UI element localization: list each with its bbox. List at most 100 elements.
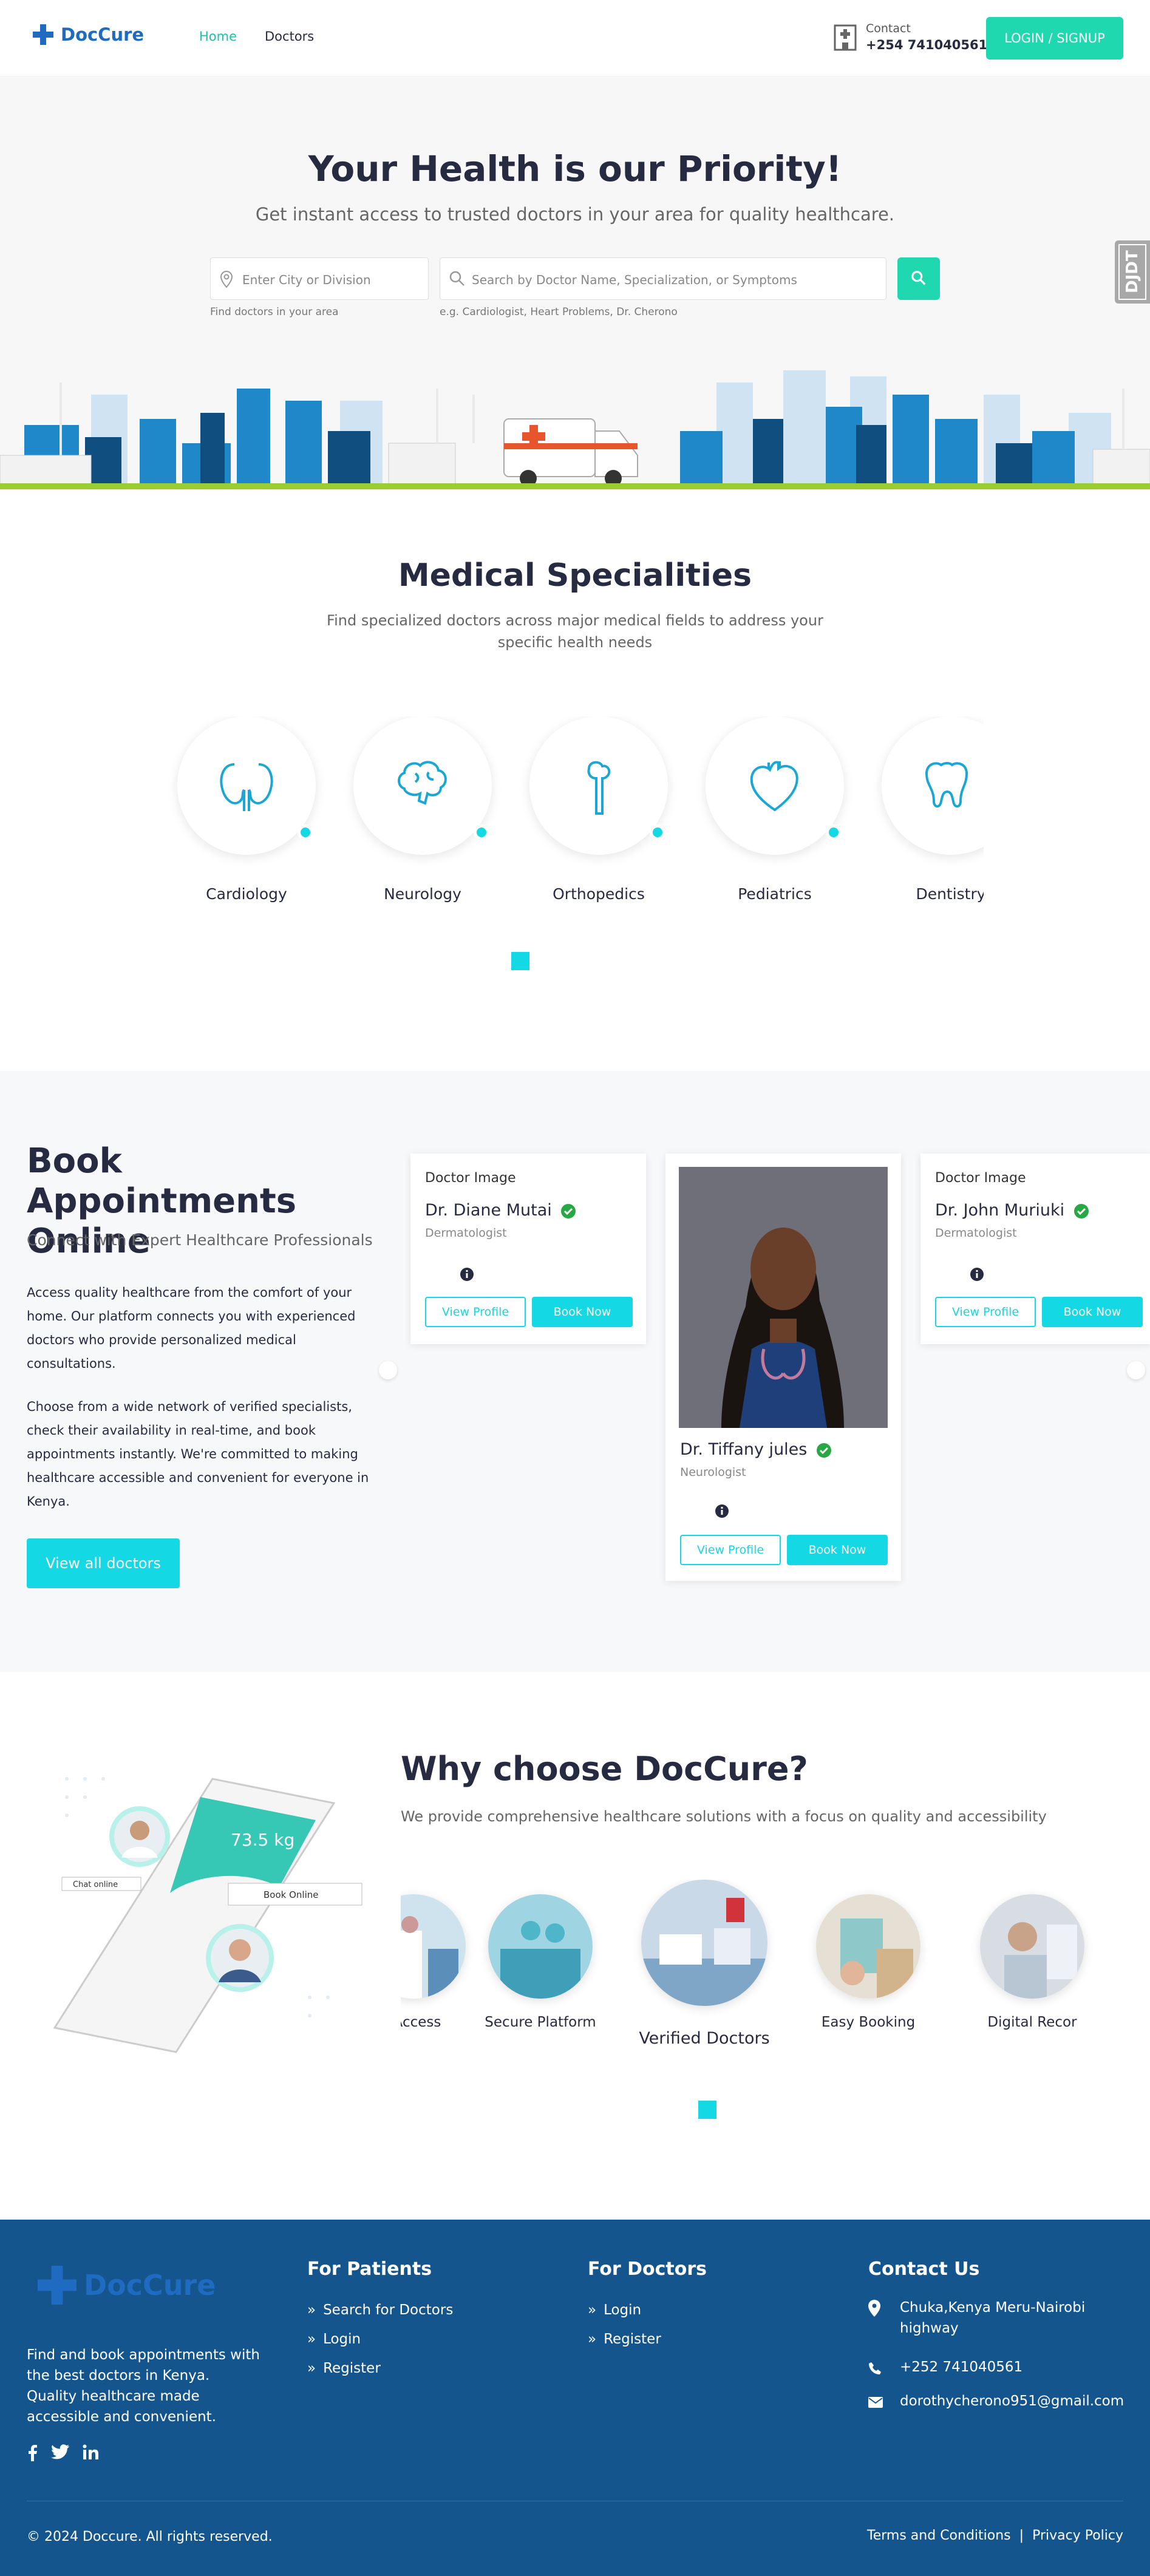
carousel-prev-button[interactable]	[379, 1361, 397, 1379]
appointments-paragraph-1: Access quality healthcare from the comfo…	[27, 1285, 356, 1371]
brain-icon	[398, 761, 447, 805]
social-links	[27, 2444, 98, 2461]
legal-separator: |	[1019, 2528, 1024, 2543]
hospital-icon	[834, 24, 857, 51]
feature-image	[641, 1880, 767, 2006]
search-hint: e.g. Cardiologist, Heart Problems, Dr. C…	[440, 306, 678, 318]
feature-card[interactable]: Secure Platform	[461, 1880, 619, 2056]
speciality-icon-circle	[353, 716, 492, 855]
info-icon	[715, 1504, 729, 1518]
doctor-card: Doctor Image Dr. John Muriuki Dermatolog…	[920, 1154, 1150, 1344]
speciality-name: Cardiology	[206, 885, 287, 903]
envelope-icon	[868, 2397, 883, 2408]
doctor-photo	[679, 1167, 888, 1428]
feature-card[interactable]: Easy Booking	[789, 1880, 947, 2056]
doctor-card: Dr. Tiffany jules Neurologist View Profi…	[665, 1154, 901, 1581]
search-button[interactable]	[897, 257, 940, 300]
legal-links: Terms and Conditions | Privacy Policy	[867, 2528, 1123, 2543]
bone-icon	[587, 761, 611, 815]
doctor-name: Dr. Diane Mutai	[425, 1201, 576, 1220]
search-placeholder: Search by Doctor Name, Specialization, o…	[472, 273, 797, 287]
double-chevron-right-icon: »	[307, 2360, 316, 2376]
footer-email[interactable]: dorothycherono951@gmail.com	[900, 2391, 1124, 2411]
contact-phone[interactable]: +254 741040561	[866, 38, 987, 52]
login-signup-button[interactable]: LOGIN / SIGNUP	[986, 17, 1123, 59]
terms-link[interactable]: Terms and Conditions	[867, 2528, 1011, 2543]
copyright: © 2024 Doccure. All rights reserved.	[27, 2529, 273, 2544]
footer-link-label: Register	[323, 2360, 381, 2376]
debug-toolbar-tab[interactable]: DJDT	[1115, 240, 1150, 304]
nav-home-link[interactable]: Home	[199, 29, 237, 44]
kidney-icon	[220, 763, 273, 811]
footer-link-doctor-login[interactable]: » Login	[588, 2302, 641, 2318]
phone-chat-label: Chat online	[73, 1880, 118, 1889]
view-profile-button[interactable]: View Profile	[935, 1297, 1036, 1327]
mobile-app-illustration: 73.5 kg Chat online Book Online	[53, 1777, 362, 2053]
verified-check-icon	[561, 1203, 576, 1218]
footer-link-label: Register	[604, 2331, 661, 2347]
hero-subtitle: Get instant access to trusted doctors in…	[255, 204, 895, 225]
medical-cross-icon	[33, 24, 53, 45]
site-footer: DocCure Find and book appointments with …	[0, 2220, 1150, 2576]
speciality-indicator	[298, 824, 313, 840]
book-now-button[interactable]: Book Now	[532, 1297, 633, 1327]
footer-contact-title: Contact Us	[868, 2258, 980, 2280]
footer-link-search-doctors[interactable]: » Search for Doctors	[307, 2302, 453, 2318]
why-title: Why choose DocCure?	[401, 1750, 808, 1788]
location-placeholder: Enter City or Division	[242, 273, 371, 287]
view-profile-button[interactable]: View Profile	[680, 1535, 781, 1565]
footer-brand-logo[interactable]: DocCure	[38, 2266, 216, 2305]
footer-link-patient-register[interactable]: » Register	[307, 2360, 381, 2376]
footer-phone[interactable]: +252 741040561	[900, 2357, 1022, 2377]
footer-link-patient-login[interactable]: » Login	[307, 2331, 361, 2347]
speciality-icon-circle	[529, 716, 668, 855]
footer-link-doctor-register[interactable]: » Register	[588, 2331, 661, 2347]
speciality-name: Orthopedics	[553, 885, 645, 903]
speciality-card-dentistry[interactable]: Dentistry	[872, 716, 984, 911]
info-icon	[970, 1268, 984, 1281]
book-now-button[interactable]: Book Now	[1042, 1297, 1143, 1327]
double-chevron-right-icon: »	[307, 2302, 316, 2318]
location-input[interactable]: Enter City or Division	[210, 257, 429, 300]
view-profile-button[interactable]: View Profile	[425, 1297, 526, 1327]
book-now-button[interactable]: Book Now	[787, 1535, 888, 1565]
doctor-search-input[interactable]: Search by Doctor Name, Specialization, o…	[440, 257, 886, 300]
speciality-card-orthopedics[interactable]: Orthopedics	[520, 716, 678, 911]
carousel-next-button[interactable]	[1127, 1361, 1145, 1379]
speciality-card-cardiology[interactable]: Cardiology	[168, 716, 325, 911]
features-carousel: tant Access Secure Platform Verified Doc…	[401, 1880, 1126, 2056]
city-skyline-illustration	[0, 370, 1150, 489]
brand-logo[interactable]: DocCure	[33, 24, 144, 45]
double-chevron-right-icon: »	[588, 2331, 597, 2347]
feature-name: Secure Platform	[485, 2014, 596, 2030]
speciality-icon-circle	[882, 716, 984, 855]
speciality-card-neurology[interactable]: Neurology	[344, 716, 502, 911]
search-icon	[911, 270, 926, 285]
verified-check-icon	[1073, 1203, 1089, 1218]
phone-book-label: Book Online	[264, 1889, 318, 1900]
specialities-subtitle: Find specialized doctors across major me…	[327, 612, 823, 651]
feature-name: Digital Recor	[987, 2014, 1077, 2030]
speciality-name: Pediatrics	[738, 885, 812, 903]
features-pager-dot[interactable]	[698, 2101, 716, 2119]
feature-card[interactable]: Verified Doctors	[625, 1880, 783, 2056]
search-icon	[449, 271, 464, 286]
specialities-pager-dot[interactable]	[511, 952, 529, 970]
speciality-card-pediatrics[interactable]: Pediatrics	[696, 716, 854, 911]
speciality-name: Dentistry	[916, 885, 984, 903]
info-icon	[460, 1268, 474, 1281]
facebook-icon[interactable]	[27, 2444, 38, 2461]
feature-card[interactable]: Digital Recor	[953, 1880, 1111, 2056]
speciality-indicator	[474, 824, 489, 840]
doctor-name-text: Dr. Diane Mutai	[425, 1201, 552, 1220]
appointments-section: Book Appointments Online Connect with Ex…	[0, 1071, 1150, 1672]
twitter-icon[interactable]	[51, 2444, 69, 2460]
feature-image	[816, 1894, 920, 1999]
view-all-doctors-button[interactable]: View all doctors	[27, 1538, 180, 1588]
hero-section: Your Health is our Priority! Get instant…	[0, 76, 1150, 489]
linkedin-icon[interactable]	[83, 2444, 98, 2460]
nav-doctors-link[interactable]: Doctors	[265, 29, 314, 44]
map-marker-icon	[868, 2300, 880, 2317]
privacy-link[interactable]: Privacy Policy	[1032, 2528, 1123, 2543]
why-subtitle: We provide comprehensive healthcare solu…	[401, 1808, 1047, 1825]
